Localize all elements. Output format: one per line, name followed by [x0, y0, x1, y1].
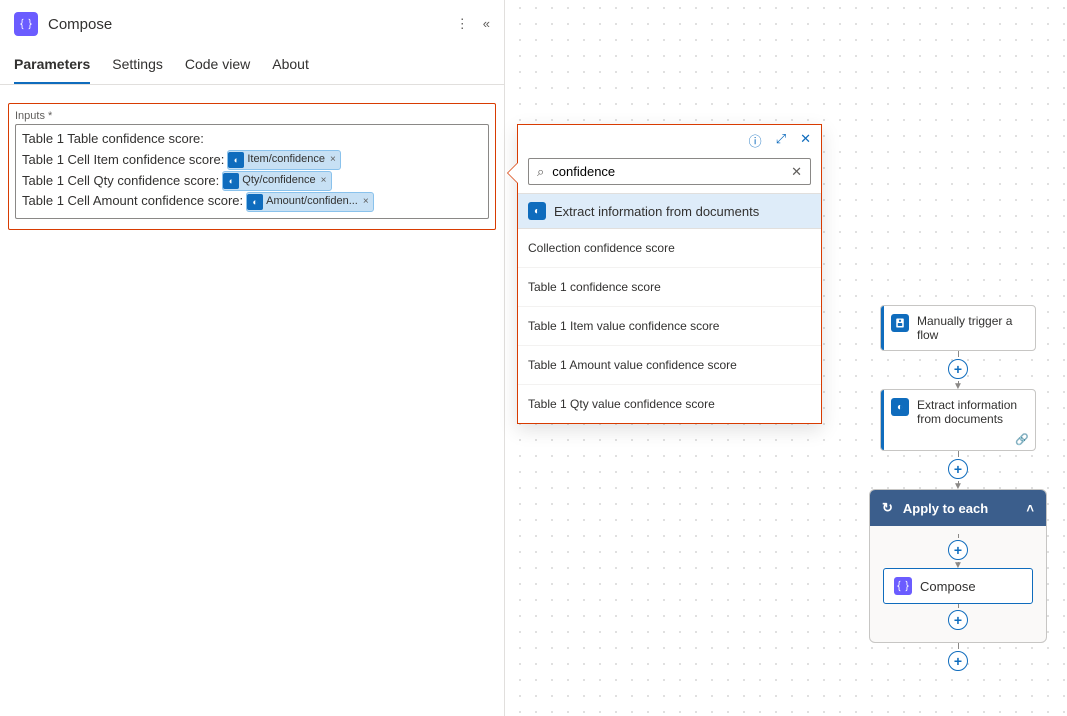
input-text: Table 1 Cell Qty confidence score: [22, 171, 219, 192]
tab-about[interactable]: About [272, 56, 309, 84]
dynamic-token[interactable]: ◐ Amount/confiden... × [246, 192, 374, 212]
compose-properties-panel: Compose ⋮ « Parameters Settings Code vie… [0, 0, 505, 716]
trigger-node[interactable]: Manually trigger a flow [880, 305, 1036, 351]
input-text: Table 1 Table confidence score: [22, 129, 204, 150]
compose-label: Compose [920, 579, 976, 594]
input-text: Table 1 Cell Amount confidence score: [22, 191, 243, 212]
connector: + ▼ [948, 351, 968, 389]
dynamic-content-item[interactable]: Table 1 Item value confidence score [518, 307, 821, 346]
apply-to-each-header[interactable]: ↻ Apply to each ˄ [870, 490, 1046, 526]
inputs-textarea[interactable]: Table 1 Table confidence score: Table 1 … [15, 124, 489, 219]
dynamic-token[interactable]: ◐ Qty/confidence × [222, 171, 331, 191]
clear-search-icon[interactable]: ✕ [791, 164, 802, 180]
collapse-icon[interactable]: « [483, 16, 490, 32]
inputs-label: Inputs * [15, 110, 489, 122]
dynamic-token[interactable]: ◐ Item/confidence × [227, 150, 341, 170]
popup-arrow [508, 163, 518, 183]
trigger-label: Manually trigger a flow [917, 314, 1025, 342]
trigger-icon [891, 314, 909, 332]
chevron-up-icon[interactable]: ˄ [1026, 501, 1034, 516]
token-icon: ◐ [223, 173, 239, 189]
connector: + ▼ [948, 534, 968, 568]
input-row: Table 1 Cell Qty confidence score: ◐ Qty… [22, 171, 482, 192]
token-label: Item/confidence [247, 151, 325, 169]
token-remove-icon[interactable]: × [328, 152, 336, 168]
token-label: Amount/confiden... [266, 193, 358, 211]
tab-settings[interactable]: Settings [112, 56, 163, 84]
compose-icon [14, 12, 38, 36]
dynamic-search[interactable]: ⌕ ✕ [528, 158, 811, 185]
loop-icon: ↻ [882, 500, 893, 516]
dynamic-content-item[interactable]: Collection confidence score [518, 229, 821, 268]
extract-documents-icon: ◐ [528, 202, 546, 220]
search-icon: ⌕ [537, 164, 544, 180]
add-step-button[interactable]: + [948, 359, 968, 379]
input-row: Table 1 Cell Item confidence score: ◐ It… [22, 150, 482, 171]
link-icon: 🔗 [1015, 433, 1029, 446]
input-row: Table 1 Table confidence score: [22, 129, 482, 150]
compose-node[interactable]: Compose [883, 568, 1033, 604]
connector: + [948, 604, 968, 632]
popup-section-header: ◐ Extract information from documents [518, 193, 821, 229]
info-icon[interactable]: ⓘ [749, 131, 762, 150]
add-step-button[interactable]: + [948, 540, 968, 560]
token-icon: ◐ [247, 194, 263, 210]
panel-title: Compose [48, 16, 456, 33]
token-label: Qty/confidence [242, 172, 315, 190]
add-step-button[interactable]: + [948, 610, 968, 630]
tab-code-view[interactable]: Code view [185, 56, 250, 84]
extract-documents-icon: ◐ [891, 398, 909, 416]
inputs-field-highlight: Inputs * Table 1 Table confidence score:… [8, 103, 496, 230]
apply-to-each-container[interactable]: ↻ Apply to each ˄ + ▼ Compose + [869, 489, 1047, 643]
compose-icon [894, 577, 912, 595]
extract-node[interactable]: ◐ Extract information from documents 🔗 [880, 389, 1036, 451]
token-icon: ◐ [228, 152, 244, 168]
panel-header: Compose ⋮ « [0, 0, 504, 44]
tab-parameters[interactable]: Parameters [14, 56, 90, 84]
flow-diagram: Manually trigger a flow + ▼ ◐ Extract in… [878, 305, 1038, 673]
more-icon[interactable]: ⋮ [456, 16, 469, 32]
close-icon[interactable]: ✕ [800, 131, 811, 150]
panel-tabs: Parameters Settings Code view About [0, 44, 504, 85]
input-row: Table 1 Cell Amount confidence score: ◐ … [22, 191, 482, 212]
search-input[interactable] [550, 163, 785, 180]
dynamic-content-item[interactable]: Table 1 Qty value confidence score [518, 385, 821, 423]
token-remove-icon[interactable]: × [319, 173, 327, 189]
add-step-button[interactable]: + [948, 651, 968, 671]
dynamic-content-item[interactable]: Table 1 confidence score [518, 268, 821, 307]
connector: + [948, 643, 968, 673]
add-step-button[interactable]: + [948, 459, 968, 479]
input-text: Table 1 Cell Item confidence score: [22, 150, 224, 171]
dynamic-content-item[interactable]: Table 1 Amount value confidence score [518, 346, 821, 385]
popup-section-title: Extract information from documents [554, 204, 759, 219]
connector: + ▼ [948, 451, 968, 489]
apply-to-each-label: Apply to each [903, 501, 988, 516]
dynamic-content-popup: ⓘ ⤢ ✕ ⌕ ✕ ◐ Extract information from doc… [517, 124, 822, 424]
token-remove-icon[interactable]: × [361, 194, 369, 210]
expand-icon[interactable]: ⤢ [776, 131, 786, 150]
extract-label: Extract information from documents [917, 398, 1025, 426]
